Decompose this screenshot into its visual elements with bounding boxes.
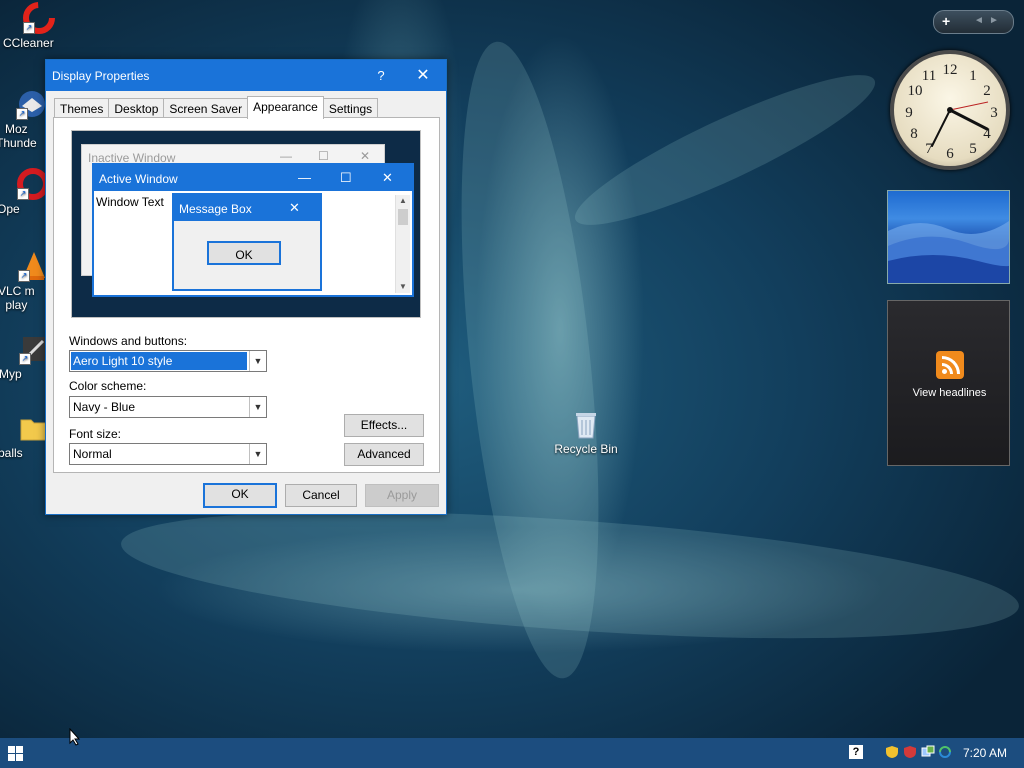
cancel-button[interactable]: Cancel <box>285 484 357 507</box>
font-size-value: Normal <box>73 447 112 461</box>
preview-message-box: Message Box ✕ OK <box>172 193 322 291</box>
thunderbird-icon: ↗ <box>16 88 48 120</box>
preview-active-window: Active Window — ☐ ✕ Window Text ▲ ▼ Mess… <box>92 163 414 297</box>
security-shield-icon[interactable] <box>903 745 917 759</box>
slideshow-gadget[interactable] <box>887 190 1013 284</box>
maximize-icon: ☐ <box>340 170 352 185</box>
windows-buttons-value: Aero Light 10 style <box>71 352 247 370</box>
help-button[interactable]: ? <box>371 66 391 86</box>
desktop-icon-label: CCleaner <box>3 36 54 50</box>
desktop-icon-label: Moz Thunde <box>0 122 37 150</box>
mountains-image <box>888 221 1013 283</box>
color-scheme-label: Color scheme: <box>69 379 147 393</box>
preview-scrollbar: ▲ ▼ <box>395 195 410 293</box>
windows-logo-icon <box>8 746 15 753</box>
message-box-title: Message Box <box>179 202 252 216</box>
close-icon: ✕ <box>289 200 300 215</box>
scroll-down-icon: ▼ <box>399 282 407 291</box>
window-titlebar[interactable]: Display Properties ? ✕ <box>46 60 446 91</box>
start-button[interactable] <box>0 738 30 768</box>
tab-settings[interactable]: Settings <box>322 98 379 119</box>
window-text-sample: Window Text <box>96 195 164 209</box>
chevron-down-icon[interactable]: ▼ <box>249 397 266 417</box>
font-size-label: Font size: <box>69 427 122 441</box>
tab-strip: Themes Desktop Screen Saver Appearance S… <box>54 96 379 119</box>
minimize-icon: — <box>298 170 311 185</box>
desktop-icon-label: balls <box>0 446 23 460</box>
minimize-icon: — <box>280 149 292 163</box>
advanced-button[interactable]: Advanced <box>344 443 424 466</box>
maximize-icon: ☐ <box>318 149 329 163</box>
message-box-titlebar: Message Box ✕ <box>174 195 320 221</box>
clock-gadget[interactable]: 12 1 2 3 4 5 6 7 8 9 10 11 <box>890 50 1010 170</box>
windows-buttons-label: Windows and buttons: <box>69 334 188 348</box>
close-icon: ✕ <box>360 149 371 163</box>
taskbar: ? 7:20 AM <box>0 738 1024 768</box>
scroll-up-icon: ▲ <box>399 196 407 205</box>
gadget-toolbar: + ◄ ► <box>933 10 1014 34</box>
desktop-icon-label: VLC m play <box>0 284 35 312</box>
close-button[interactable]: ✕ <box>412 66 434 86</box>
tab-desktop[interactable]: Desktop <box>108 98 165 119</box>
active-window-title: Active Window <box>99 172 178 186</box>
window-title: Display Properties <box>52 69 150 83</box>
tab-screen-saver[interactable]: Screen Saver <box>163 98 249 119</box>
previous-page-icon[interactable]: ◄ <box>974 15 984 26</box>
chevron-down-icon[interactable]: ▼ <box>249 351 266 371</box>
display-properties-window: Display Properties ? ✕ Themes Desktop Sc… <box>45 59 447 515</box>
sync-icon[interactable] <box>938 745 952 759</box>
active-window-titlebar: Active Window — ☐ ✕ <box>94 165 412 191</box>
color-scheme-value: Navy - Blue <box>73 400 136 414</box>
ccleaner-icon: ↗ <box>23 2 55 34</box>
desktop-icon-label: Myp <box>0 367 22 381</box>
message-box-ok-button: OK <box>207 241 281 265</box>
close-icon: ✕ <box>382 170 393 185</box>
help-tray-icon[interactable]: ? <box>849 745 863 759</box>
apply-button[interactable]: Apply <box>365 484 439 507</box>
mouse-pointer-icon <box>69 728 81 746</box>
appearance-panel: Inactive Window — ☐ ✕ Active Window — ☐ … <box>53 117 440 473</box>
ok-button[interactable]: OK <box>203 483 277 508</box>
desktop-icon-label: Ope <box>0 202 20 216</box>
effects-button[interactable]: Effects... <box>344 414 424 437</box>
network-icon[interactable] <box>921 745 935 759</box>
tab-appearance[interactable]: Appearance <box>247 96 324 119</box>
add-gadget-button[interactable]: + <box>942 13 950 29</box>
desktop-icon-recycle-bin[interactable]: Recycle Bin <box>550 410 622 456</box>
color-scheme-select[interactable]: Navy - Blue ▼ <box>69 396 267 418</box>
shield-icon[interactable] <box>885 745 899 759</box>
recycle-bin-icon <box>572 410 600 440</box>
rss-icon <box>936 351 964 379</box>
scroll-thumb <box>398 209 408 225</box>
windows-buttons-select[interactable]: Aero Light 10 style ▼ <box>69 350 267 372</box>
feed-headlines-gadget[interactable]: View headlines <box>887 300 1010 466</box>
taskbar-clock[interactable]: 7:20 AM <box>963 746 1007 760</box>
chevron-down-icon[interactable]: ▼ <box>249 444 266 464</box>
font-size-select[interactable]: Normal ▼ <box>69 443 267 465</box>
appearance-preview: Inactive Window — ☐ ✕ Active Window — ☐ … <box>71 130 421 318</box>
desktop-icon-ccleaner[interactable]: ↗ CCleaner <box>3 2 75 50</box>
tab-themes[interactable]: Themes <box>54 98 110 119</box>
recycle-bin-label: Recycle Bin <box>554 442 618 456</box>
view-headlines-link[interactable]: View headlines <box>888 387 1011 399</box>
next-page-icon[interactable]: ► <box>989 15 999 26</box>
clock-hands <box>931 101 989 147</box>
